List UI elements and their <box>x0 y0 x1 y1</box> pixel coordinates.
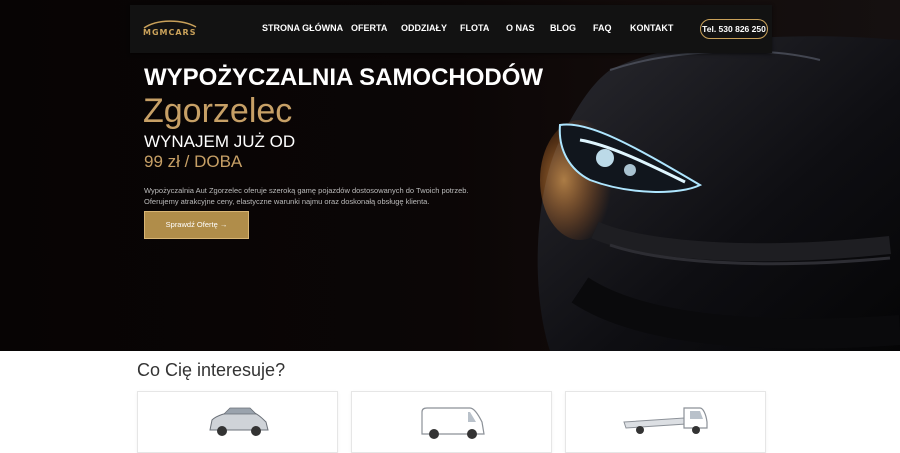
tow-truck-icon <box>623 407 708 434</box>
hero-title: WYPOŻYCZALNIA SAMOCHODÓW <box>144 64 544 91</box>
check-offer-button[interactable]: Sprawdź Ofertę → <box>144 211 249 239</box>
category-card-tow-truck[interactable] <box>565 391 766 453</box>
hero-city: Zgorzelec <box>143 92 293 130</box>
sports-car-image <box>537 36 900 351</box>
nav-item-home[interactable]: STRONA GŁÓWNA <box>262 23 343 33</box>
category-card-van[interactable] <box>351 391 552 453</box>
hero-description: Wypożyczalnia Aut Zgorzelec oferuje szer… <box>144 185 494 207</box>
nav-item-offer[interactable]: OFERTA <box>351 23 387 33</box>
hero-banner: MGMCARS STRONA GŁÓWNA OFERTA ODDZIAŁY FL… <box>0 0 900 351</box>
nav-item-faq[interactable]: FAQ <box>593 23 612 33</box>
van-icon <box>421 407 485 439</box>
hero-description-line: Oferujemy atrakcyjne ceny, elastyczne wa… <box>144 197 430 206</box>
interests-title: Co Cię interesuje? <box>137 360 286 380</box>
nav-item-blog[interactable]: BLOG <box>550 23 576 33</box>
nav-item-about[interactable]: O NAS <box>506 23 535 33</box>
hero-rent-line: WYNAJEM JUŻ OD <box>144 132 296 151</box>
nav-item-branches[interactable]: ODDZIAŁY <box>401 23 447 33</box>
hero-description-line: Wypożyczalnia Aut Zgorzelec oferuje szer… <box>144 186 469 195</box>
phone-button[interactable]: Tel. 530 826 250 <box>700 19 768 39</box>
nav-item-fleet[interactable]: FLOTA <box>460 23 489 33</box>
category-card-suv[interactable] <box>137 391 338 453</box>
main-menu: STRONA GŁÓWNA OFERTA ODDZIAŁY FLOTA O NA… <box>130 5 772 53</box>
hero-price: 99 zł / DOBA <box>144 152 243 171</box>
nav-item-contact[interactable]: KONTAKT <box>630 23 673 33</box>
navbar: MGMCARS STRONA GŁÓWNA OFERTA ODDZIAŁY FL… <box>130 5 772 53</box>
suv-car-icon <box>209 407 269 436</box>
